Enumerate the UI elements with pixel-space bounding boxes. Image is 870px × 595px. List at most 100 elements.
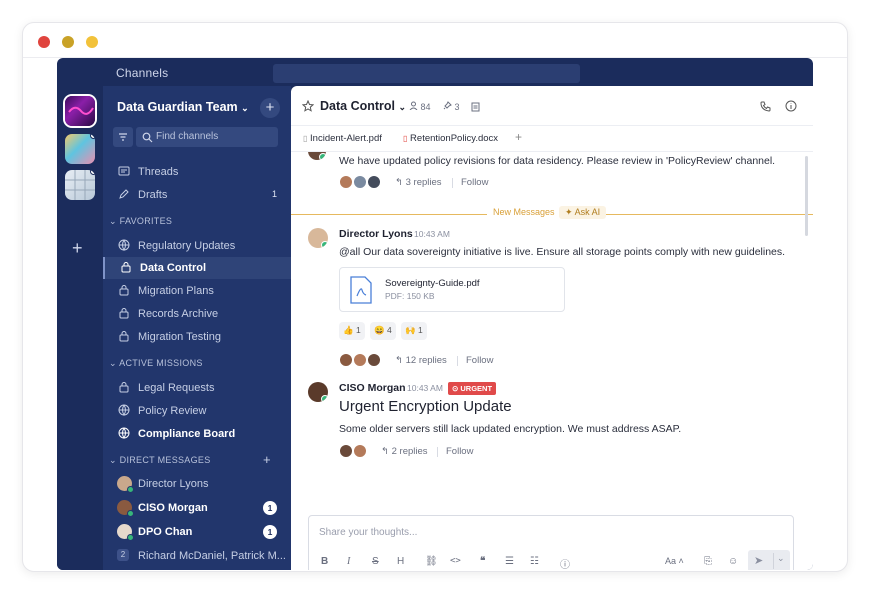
- drafts-count: 1: [271, 189, 277, 199]
- info-icon[interactable]: ⓘ: [560, 556, 570, 570]
- message-author[interactable]: CISO Morgan: [339, 382, 406, 394]
- follow-label: Follow: [466, 355, 494, 366]
- ask-ai-button[interactable]: ✦ Ask AI: [559, 206, 607, 219]
- sidebar-item-regulatory-updates[interactable]: Regulatory Updates: [103, 235, 291, 257]
- file-attachment[interactable]: Sovereignty-Guide.pdf PDF: 150 KB: [339, 267, 565, 312]
- favorites-title: FAVORITES: [119, 216, 173, 226]
- alert-icon: ⊙: [452, 384, 459, 393]
- send-button-group: ➤ ⌄: [748, 550, 790, 570]
- bullet-list-icon[interactable]: ☰: [505, 556, 514, 567]
- pinned-count[interactable]: 3: [443, 101, 460, 112]
- emoji-icon[interactable]: ☺: [728, 556, 738, 567]
- chevron-down-icon[interactable]: ⌄: [777, 553, 785, 564]
- follow-button[interactable]: Follow: [461, 177, 488, 188]
- send-icon[interactable]: ➤: [754, 554, 763, 567]
- message-author[interactable]: Director Lyons: [339, 228, 413, 240]
- message-time: 10:43 AM: [407, 383, 443, 393]
- online-status-dot: [127, 510, 134, 517]
- sidebar-item-legal-requests[interactable]: Legal Requests: [103, 377, 291, 399]
- channel-sidebar: Data Guardian Team ⌄ + Find channels Thr…: [103, 86, 291, 570]
- tab-retention-policy[interactable]: ▯ RetentionPolicy.docx: [403, 133, 498, 144]
- quote-icon[interactable]: ❝: [480, 556, 485, 567]
- sidebar-item-compliance-board[interactable]: Compliance Board: [103, 423, 291, 445]
- workspace-2[interactable]: [65, 134, 95, 164]
- reaction-raised-hands[interactable]: 🙌 1: [401, 322, 427, 340]
- paperclip-icon[interactable]: ⎘: [704, 556, 712, 567]
- chevron-down-icon: ⌄: [398, 102, 407, 112]
- dm-dpo-chan[interactable]: DPO Chan 1: [103, 521, 291, 543]
- link-icon[interactable]: ⛓: [425, 556, 438, 567]
- workspace-3-art: [65, 170, 95, 200]
- favorites-section-header[interactable]: ⌄ FAVORITES: [109, 216, 172, 227]
- replies-link[interactable]: ↰ 3 replies: [395, 177, 442, 188]
- avatar: [353, 175, 367, 189]
- members-count[interactable]: 84: [409, 101, 431, 112]
- dm-group-richard-patrick[interactable]: 2 Richard McDaniel, Patrick M...: [103, 545, 291, 567]
- add-dm-button[interactable]: +: [263, 452, 271, 467]
- workspace-3[interactable]: [65, 170, 95, 200]
- composer-input[interactable]: Share your thoughts...: [319, 527, 417, 538]
- message-text: We have updated policy revisions for dat…: [339, 155, 776, 167]
- avatar: [339, 175, 353, 189]
- bold-button[interactable]: B: [321, 556, 328, 567]
- numbered-list-icon[interactable]: ☷: [530, 556, 539, 567]
- new-messages-label: New Messages: [487, 207, 561, 217]
- members-number: 84: [420, 102, 431, 112]
- dm-label: DPO Chan: [138, 526, 193, 538]
- reaction-smile[interactable]: 😄 4: [370, 322, 396, 340]
- document-icon[interactable]: [471, 102, 480, 112]
- minimize-window-button[interactable]: [62, 36, 74, 48]
- urgent-badge: ⊙ URGENT: [448, 382, 497, 395]
- avatar: [117, 500, 134, 517]
- italic-button[interactable]: I: [347, 556, 350, 567]
- add-workspace-button[interactable]: +: [72, 239, 83, 257]
- sidebar-item-migration-testing[interactable]: Migration Testing: [103, 326, 291, 348]
- workspace-1[interactable]: [65, 96, 95, 126]
- sidebar-item-records-archive[interactable]: Records Archive: [103, 303, 291, 325]
- sidebar-item-data-control[interactable]: Data Control: [103, 257, 291, 279]
- code-icon[interactable]: <>: [450, 556, 461, 566]
- direct-messages-section-header[interactable]: ⌄ DIRECT MESSAGES: [109, 455, 211, 466]
- threads-label: Threads: [138, 166, 179, 178]
- avatar: [308, 152, 326, 160]
- tab-incident-alert[interactable]: ▯ Incident-Alert.pdf: [303, 133, 382, 144]
- reply-icon: ↰: [395, 355, 403, 366]
- sidebar-item-policy-review[interactable]: Policy Review: [103, 400, 291, 422]
- maximize-window-button[interactable]: [86, 36, 98, 48]
- add-channel-button[interactable]: +: [260, 98, 280, 118]
- phone-icon[interactable]: [760, 101, 771, 112]
- reaction-count: 4: [386, 325, 392, 335]
- global-search-input[interactable]: [273, 64, 580, 83]
- follow-button[interactable]: Follow: [466, 355, 493, 366]
- sidebar-item-migration-plans[interactable]: Migration Plans: [103, 280, 291, 302]
- follow-label: Follow: [446, 446, 474, 457]
- message-title: Urgent Encryption Update: [339, 398, 512, 415]
- channel-name-dropdown[interactable]: Data Control ⌄: [320, 99, 406, 113]
- replies-link[interactable]: ↰ 2 replies: [381, 446, 428, 457]
- dm-director-lyons[interactable]: Director Lyons: [103, 473, 291, 495]
- globe-icon: [118, 427, 130, 439]
- follow-button[interactable]: Follow: [446, 446, 473, 457]
- find-channels-input[interactable]: Find channels: [136, 127, 278, 147]
- team-switcher[interactable]: Data Guardian Team ⌄: [117, 100, 249, 114]
- online-status-dot: [127, 534, 134, 541]
- close-window-button[interactable]: [38, 36, 50, 48]
- sidebar-item-threads[interactable]: Threads: [103, 161, 291, 183]
- pencil-icon: [119, 189, 129, 199]
- strikethrough-button[interactable]: S: [372, 556, 379, 567]
- dm-ciso-morgan[interactable]: CISO Morgan 1: [103, 497, 291, 519]
- team-name: Data Guardian Team: [117, 100, 238, 114]
- message-scrollbar[interactable]: [805, 156, 808, 236]
- add-tab-button[interactable]: +: [515, 130, 522, 144]
- urgent-label: URGENT: [460, 384, 493, 393]
- font-size-button[interactable]: Aa ˄: [665, 556, 684, 566]
- lock-icon: [121, 262, 131, 273]
- replies-link[interactable]: ↰ 12 replies: [395, 355, 447, 366]
- star-icon[interactable]: [302, 100, 314, 112]
- heading-button[interactable]: H: [397, 556, 404, 567]
- info-icon[interactable]: [785, 100, 797, 112]
- sidebar-item-drafts[interactable]: Drafts 1: [103, 184, 291, 206]
- reaction-thumbs-up[interactable]: 👍 1: [339, 322, 365, 340]
- filter-button[interactable]: [113, 127, 133, 147]
- active-missions-section-header[interactable]: ⌄ ACTIVE MISSIONS: [109, 358, 203, 369]
